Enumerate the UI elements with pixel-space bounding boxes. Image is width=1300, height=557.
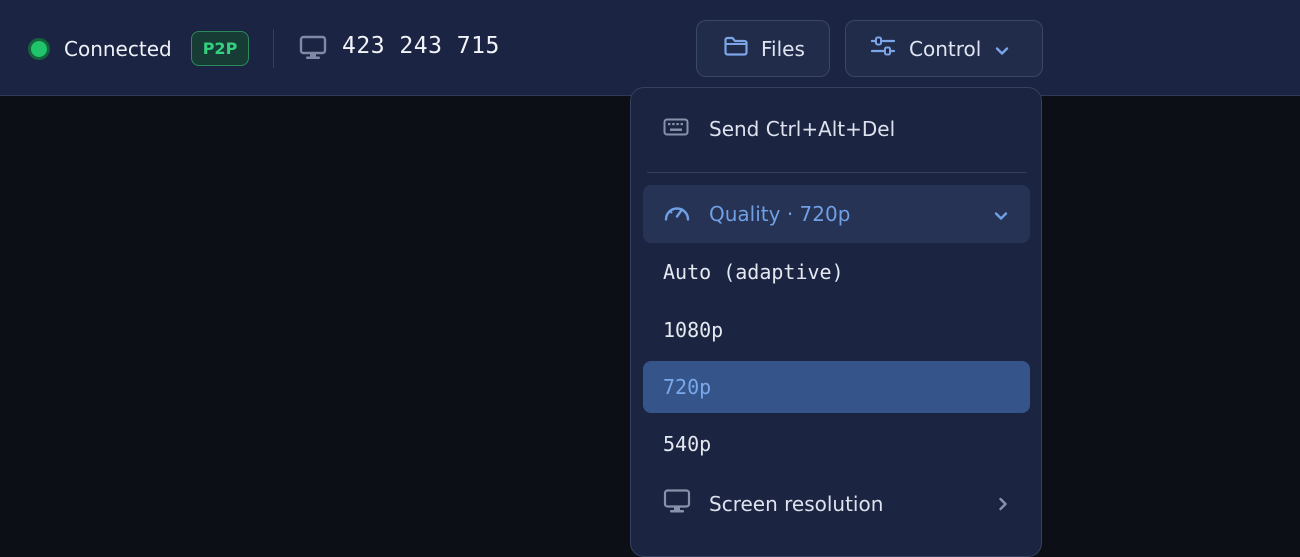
quality-option-540p[interactable]: 540p <box>643 418 1030 470</box>
monitor-icon <box>299 35 327 65</box>
send-ctrl-alt-del-label: Send Ctrl+Alt+Del <box>709 117 896 141</box>
status-text: Connected <box>64 37 172 61</box>
quality-option-1080p[interactable]: 1080p <box>643 304 1030 356</box>
control-button[interactable]: Control <box>845 20 1043 77</box>
monitor-icon <box>663 489 691 520</box>
quality-option-auto[interactable]: Auto (adaptive) <box>643 246 1030 298</box>
quality-option-720p[interactable]: 720p <box>643 361 1030 413</box>
files-button[interactable]: Files <box>696 20 830 77</box>
send-ctrl-alt-del-item[interactable]: Send Ctrl+Alt+Del <box>643 103 1030 155</box>
chevron-right-icon <box>998 492 1008 516</box>
screen-resolution-item[interactable]: Screen resolution <box>643 478 1030 530</box>
chevron-down-icon <box>995 37 1009 61</box>
session-id: 423 243 715 <box>342 33 500 59</box>
toolbar-divider <box>273 29 274 68</box>
screen-resolution-label: Screen resolution <box>709 492 884 516</box>
top-bar: Connected P2P 423 243 715 Files Control <box>0 0 1300 96</box>
control-button-label: Control <box>909 36 982 61</box>
keyboard-icon <box>663 117 689 141</box>
quality-submenu[interactable]: Quality · 720p <box>643 185 1030 243</box>
sliders-icon <box>870 35 896 62</box>
p2p-badge: P2P <box>191 31 249 66</box>
files-button-label: Files <box>761 36 805 61</box>
quality-label: Quality · 720p <box>709 202 851 226</box>
gauge-icon <box>663 201 691 228</box>
connection-status: Connected <box>28 36 172 62</box>
control-menu: Send Ctrl+Alt+Del Quality · 720p Auto (a… <box>630 87 1042 557</box>
menu-separator <box>647 172 1027 173</box>
folder-icon <box>723 35 749 62</box>
status-dot-icon <box>28 38 50 60</box>
chevron-down-icon <box>994 202 1008 226</box>
